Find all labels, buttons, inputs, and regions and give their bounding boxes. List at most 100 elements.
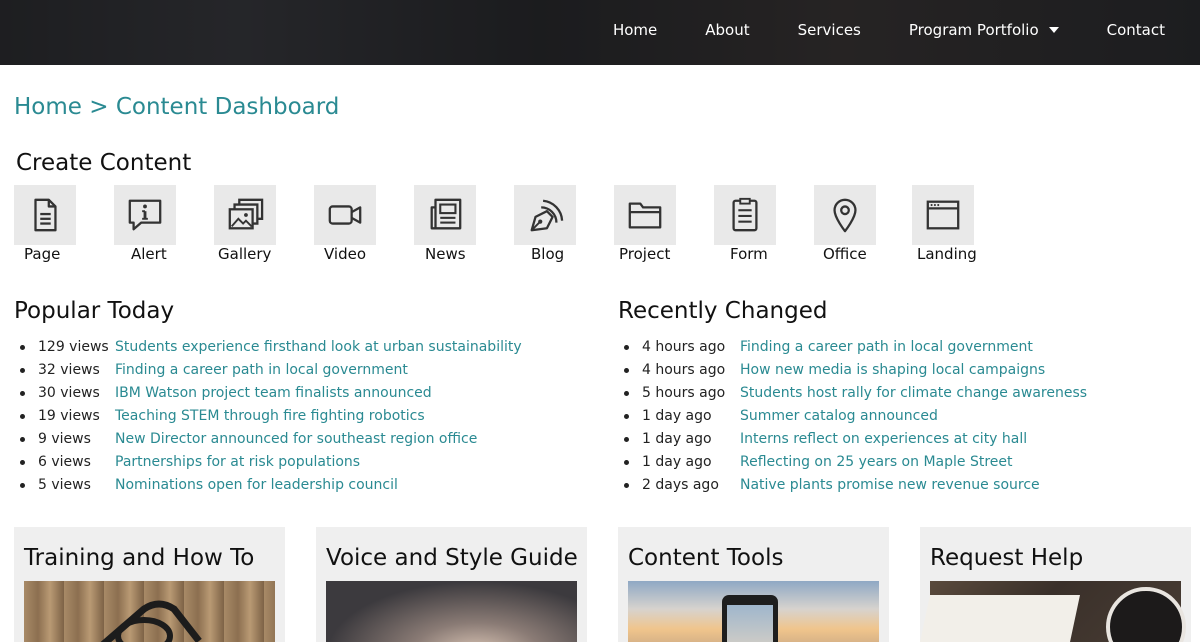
caret-down-icon — [1048, 27, 1059, 33]
article-link[interactable]: Interns reflect on experiences at city h… — [740, 431, 1027, 447]
card-title: Content Tools — [628, 545, 784, 571]
phone-image — [722, 595, 778, 642]
tile-box — [214, 185, 276, 245]
list-item: 4 hours ago How new media is shaping loca… — [618, 358, 1087, 381]
card-content-tools[interactable]: Content Tools — [618, 527, 889, 642]
nav-contact[interactable]: Contact — [1107, 21, 1165, 39]
phone-screen — [727, 605, 773, 642]
nav-home-label: Home — [612, 21, 658, 39]
alert-icon — [128, 199, 162, 231]
tile-box — [614, 185, 676, 245]
article-link[interactable]: Partnerships for at risk populations — [115, 454, 360, 470]
article-link[interactable]: Nominations open for leadership council — [115, 477, 398, 493]
article-link[interactable]: Students experience firsthand look at ur… — [115, 339, 522, 355]
card-request-help[interactable]: Request Help — [915, 527, 1191, 642]
list-item: 1 day ago Summer catalog announced — [618, 404, 1087, 427]
card-image — [915, 581, 1186, 642]
tile-box — [314, 185, 376, 245]
nav-contact-label: Contact — [1106, 21, 1165, 39]
create-alert-button[interactable]: Alert — [114, 185, 194, 265]
list-item: 4 hours ago Finding a career path in loca… — [618, 335, 1087, 358]
blog-icon — [530, 199, 564, 232]
tile-box — [912, 185, 974, 245]
breadcrumb-separator: > — [89, 94, 109, 120]
nav-services[interactable]: Services — [798, 21, 861, 39]
article-link[interactable]: How new media is shaping local campaigns — [740, 362, 1045, 378]
article-link[interactable]: Finding a career path in local governmen… — [740, 339, 1033, 355]
time-ago: 1 day ago — [642, 407, 712, 424]
breadcrumb-home-link[interactable]: Home — [14, 94, 82, 120]
create-news-button[interactable]: News — [414, 185, 494, 265]
view-count: 6 views — [38, 453, 91, 470]
card-image — [24, 581, 275, 642]
glasses-icon — [100, 600, 202, 642]
article-link[interactable]: Reflecting on 25 years on Maple Street — [740, 454, 1013, 470]
article-link[interactable]: Students host rally for climate change a… — [740, 385, 1087, 401]
card-voice-style[interactable]: Voice and Style Guide — [316, 527, 587, 642]
list-item: 129 views Students experience firsthand l… — [14, 335, 522, 358]
list-item: 1 day ago Interns reflect on experiences … — [618, 427, 1087, 450]
notebook-image — [915, 595, 1080, 642]
form-icon — [732, 197, 758, 232]
card-title: Training and How To — [24, 545, 255, 571]
tile-label: Landing — [917, 245, 977, 263]
tile-label: Blog — [531, 245, 565, 263]
list-item: 5 hours ago Students host rally for clima… — [618, 381, 1087, 404]
view-count: 32 views — [38, 361, 100, 378]
view-count: 30 views — [38, 384, 100, 401]
article-link[interactable]: Teaching STEM through fire fighting robo… — [115, 408, 425, 424]
breadcrumb-current: Content Dashboard — [115, 94, 340, 120]
video-icon — [328, 205, 362, 225]
article-link[interactable]: Summer catalog announced — [740, 408, 938, 424]
article-link[interactable]: New Director announced for southeast reg… — [115, 431, 477, 447]
list-item: 2 days ago Native plants promise new reve… — [618, 473, 1087, 496]
list-item: 32 views Finding a career path in local g… — [14, 358, 522, 381]
card-title: Request Help — [930, 545, 1084, 571]
tile-label: Project — [619, 245, 671, 263]
time-ago: 4 hours ago — [642, 338, 726, 355]
nav-about[interactable]: About — [705, 21, 749, 39]
time-ago: 2 days ago — [642, 476, 719, 493]
article-link[interactable]: Finding a career path in local governmen… — [115, 362, 408, 378]
card-training[interactable]: Training and How To — [14, 527, 285, 642]
nav-about-label: About — [705, 21, 750, 39]
create-blog-button[interactable]: Blog — [514, 185, 594, 265]
time-ago: 1 day ago — [642, 430, 712, 447]
list-item: 19 views Teaching STEM through fire fight… — [14, 404, 522, 427]
create-form-button[interactable]: Form — [714, 185, 794, 265]
view-count: 9 views — [38, 430, 91, 447]
news-icon — [430, 198, 462, 230]
create-office-button[interactable]: Office — [814, 185, 894, 265]
location-pin-icon — [833, 198, 857, 233]
coffee-cup-image — [1106, 587, 1186, 642]
gallery-icon — [228, 198, 264, 230]
create-project-button[interactable]: Project — [614, 185, 694, 265]
article-link[interactable]: IBM Watson project team finalists announ… — [115, 385, 432, 401]
create-page-button[interactable]: Page — [14, 185, 94, 265]
create-video-button[interactable]: Video — [314, 185, 394, 265]
time-ago: 5 hours ago — [642, 384, 726, 401]
list-item: 30 views IBM Watson project team finalist… — [14, 381, 522, 404]
breadcrumb: Home > Content Dashboard — [14, 94, 339, 120]
time-ago: 1 day ago — [642, 453, 712, 470]
list-item: 1 day ago Reflecting on 25 years on Maple… — [618, 450, 1087, 473]
site-header: Home About Services Program Portfolio Co… — [0, 0, 1200, 65]
main-nav: Home About Services Program Portfolio Co… — [565, 0, 1200, 60]
create-landing-button[interactable]: Landing — [912, 185, 992, 265]
recently-changed-title: Recently Changed — [618, 298, 828, 324]
nav-services-label: Services — [797, 21, 861, 39]
tile-label: Video — [324, 245, 367, 263]
tile-box — [414, 185, 476, 245]
create-gallery-button[interactable]: Gallery — [214, 185, 294, 265]
nav-home[interactable]: Home — [613, 21, 657, 39]
popular-today-list: 129 views Students experience firsthand l… — [14, 335, 522, 496]
article-link[interactable]: Native plants promise new revenue source — [740, 477, 1040, 493]
tile-box — [514, 185, 576, 245]
tile-label: News — [425, 245, 466, 263]
tile-box — [114, 185, 176, 245]
time-ago: 4 hours ago — [642, 361, 726, 378]
page-icon — [34, 198, 57, 232]
view-count: 129 views — [38, 338, 109, 355]
recently-changed-list: 4 hours ago Finding a career path in loca… — [618, 335, 1087, 496]
nav-program-portfolio[interactable]: Program Portfolio — [909, 21, 1059, 39]
